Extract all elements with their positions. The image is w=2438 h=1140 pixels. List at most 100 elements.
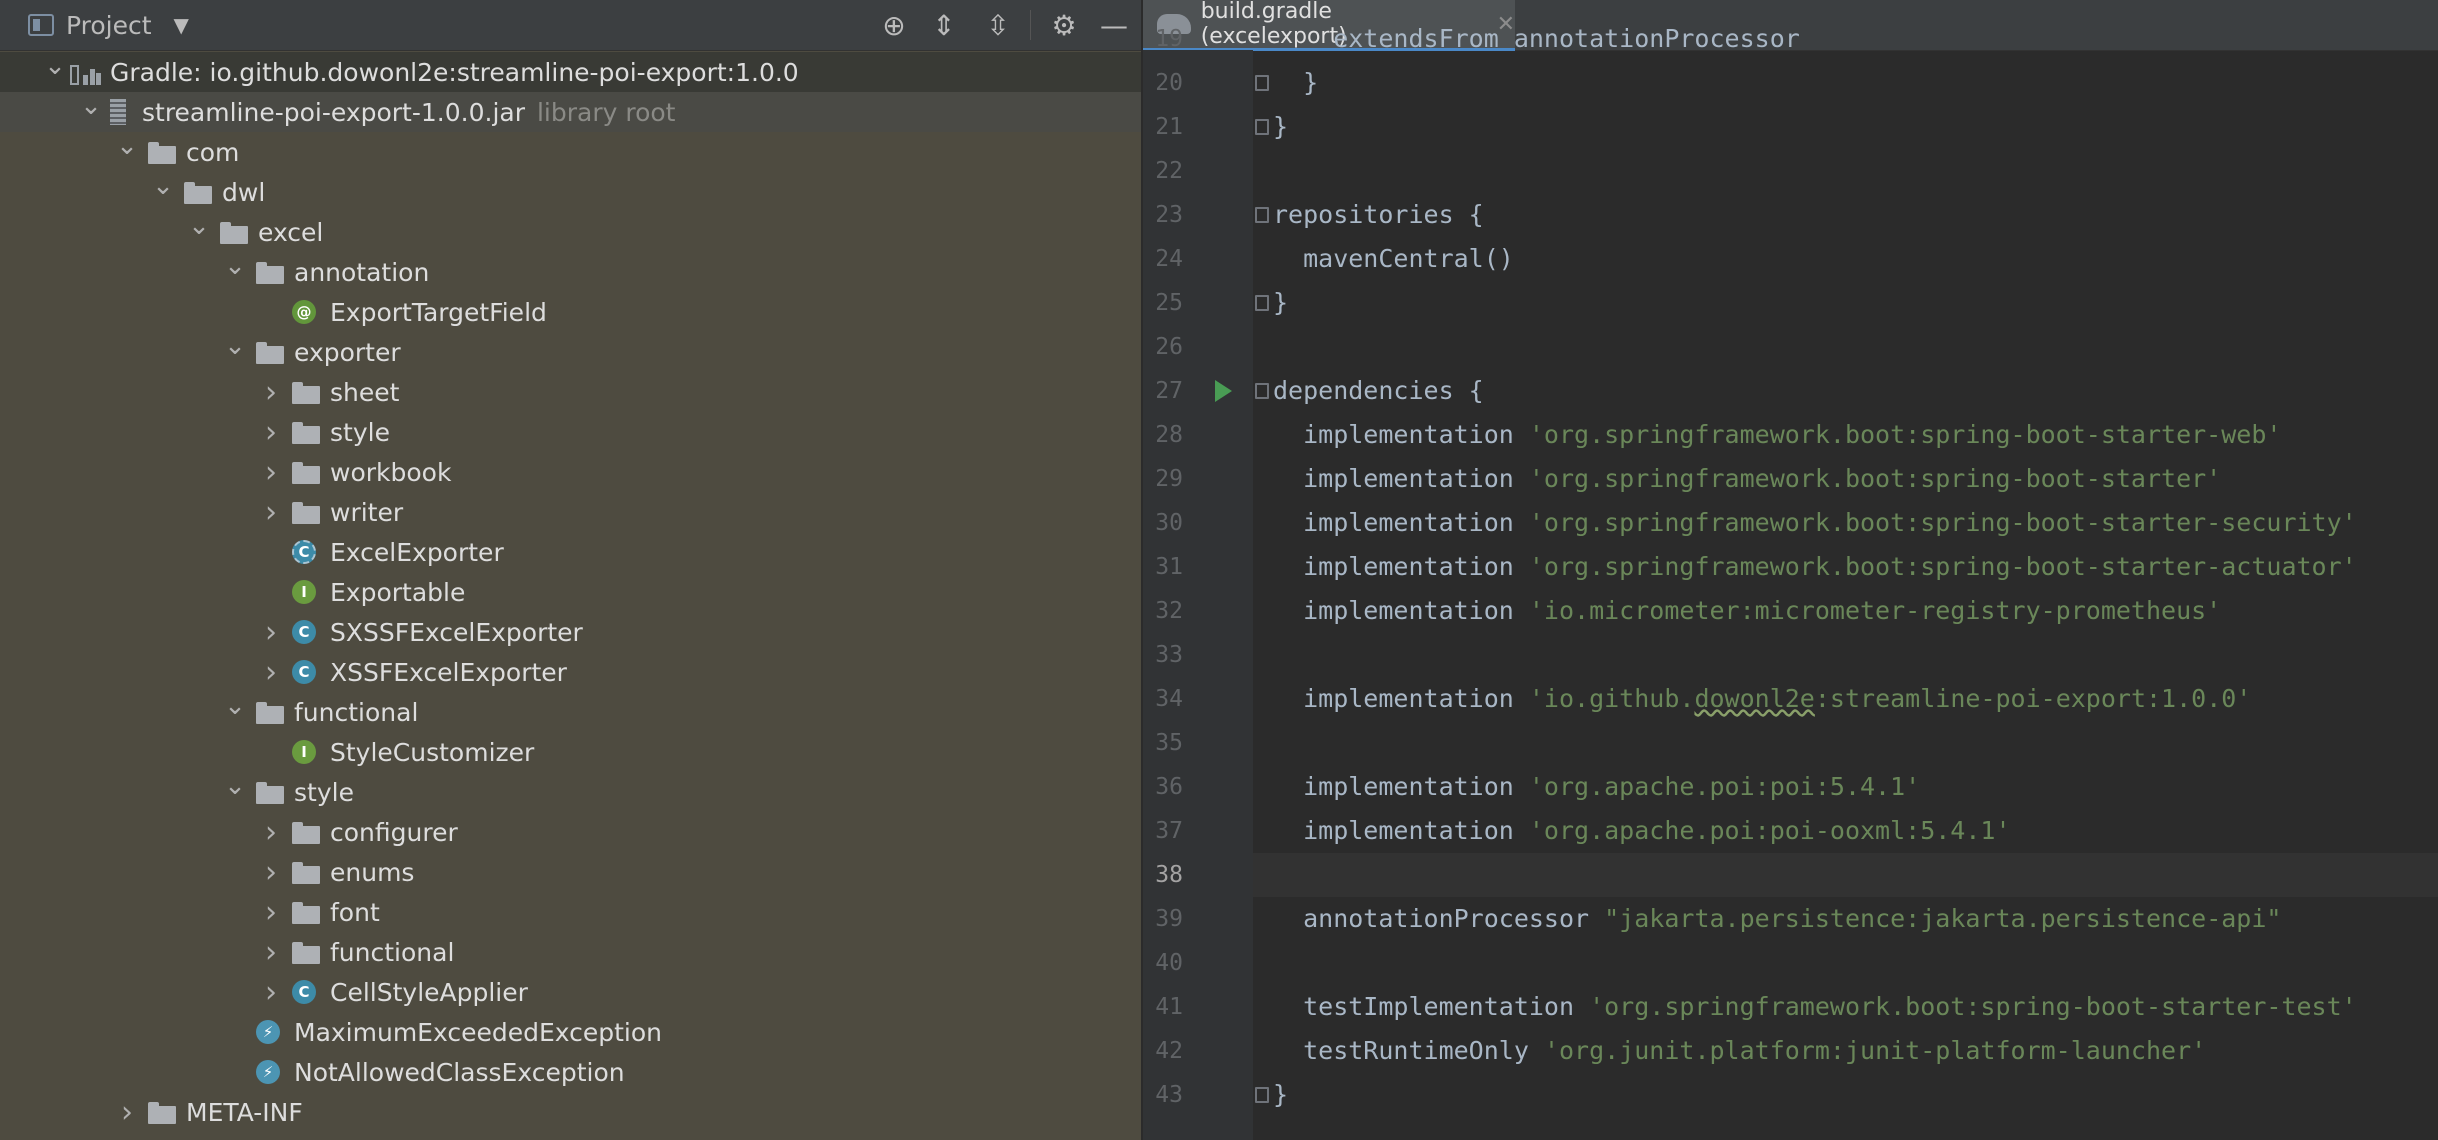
tree-row-exportable[interactable]: ›IExportable: [0, 572, 1141, 612]
tree-row-com[interactable]: ⌄ com: [0, 131, 1141, 172]
line-number: 26: [1155, 334, 1183, 360]
line-number: 35: [1155, 730, 1183, 756]
code-token: }: [1273, 1080, 1289, 1109]
chevron-down-icon[interactable]: ⌄: [220, 771, 250, 801]
gear-icon[interactable]: ⚙: [1042, 0, 1086, 50]
chevron-right-icon[interactable]: ›: [256, 375, 286, 410]
chevron-right-icon[interactable]: ›: [256, 415, 286, 450]
chevron-down-icon[interactable]: ⌄: [112, 131, 142, 161]
project-view-selector[interactable]: Project ▼: [28, 0, 189, 50]
tree-item-label: XSSFExcelExporter: [330, 657, 567, 687]
chevron-down-icon[interactable]: ⌄: [76, 91, 106, 121]
chevron-right-icon[interactable]: ›: [256, 935, 286, 970]
tree-row-font[interactable]: › font: [0, 892, 1141, 932]
collapse-all-icon[interactable]: ⇳: [976, 0, 1020, 50]
code-line: repositories {: [1273, 193, 1484, 237]
run-gutter-icon[interactable]: [1215, 380, 1232, 402]
chevron-down-icon[interactable]: ⌄: [220, 691, 250, 721]
fold-marker-icon[interactable]: [1255, 207, 1269, 223]
tree-row-style[interactable]: › style: [0, 412, 1141, 452]
chevron-right-icon[interactable]: ›: [256, 615, 286, 650]
tree-row-notallowedclassexception[interactable]: ›⚡NotAllowedClassException: [0, 1052, 1141, 1092]
chevron-right-icon[interactable]: ›: [256, 495, 286, 530]
code-line: annotationProcessor "jakarta.persistence…: [1273, 897, 2281, 941]
tree-row-gradle-io-github-dowonl2e-streamline-poi-export-1-0-0[interactable]: ⌄ Gradle: io.github.dowonl2e:streamline-p…: [0, 51, 1141, 92]
tree-item-label: dwl: [222, 177, 266, 207]
interface-icon: I: [292, 740, 316, 764]
code-token: repositories {: [1273, 200, 1484, 229]
line-number: 34: [1155, 686, 1183, 712]
fold-marker-icon[interactable]: [1255, 383, 1269, 399]
string-literal: dowonl2e: [1694, 684, 1815, 713]
chevron-down-icon[interactable]: ⌄: [220, 331, 250, 361]
tree-row-maximumexceededexception[interactable]: ›⚡MaximumExceededException: [0, 1012, 1141, 1052]
editor-gutter[interactable]: 19 20 21 22 23 24 25 26 27 28 29 30 31 32 33 34 35 36 37 38…: [1143, 26, 1253, 1140]
chevron-right-icon[interactable]: ›: [256, 655, 286, 690]
tree-row-excelexporter[interactable]: ›CExcelExporter: [0, 532, 1141, 572]
tree-row-functional[interactable]: › functional: [0, 932, 1141, 972]
chevron-right-icon[interactable]: ›: [256, 895, 286, 930]
tree-row-meta-inf[interactable]: › META-INF: [0, 1092, 1141, 1132]
string-literal: 'org.springframework.boot:spring-boot-st…: [1528, 552, 2357, 581]
tree-item-label: CellStyleApplier: [330, 977, 528, 1007]
chevron-right-icon[interactable]: ›: [256, 975, 286, 1010]
tree-row-annotation[interactable]: ⌄ annotation: [0, 251, 1141, 292]
line-number: 33: [1155, 642, 1183, 668]
line-number: 23: [1155, 202, 1183, 228]
chevron-right-icon[interactable]: ›: [256, 815, 286, 850]
expand-all-icon[interactable]: ⇕: [922, 0, 966, 50]
tree-row-enums[interactable]: › enums: [0, 852, 1141, 892]
fold-marker-icon[interactable]: [1255, 295, 1269, 311]
fold-marker-icon[interactable]: [1255, 119, 1269, 135]
tree-row-dwl[interactable]: ⌄ dwl: [0, 171, 1141, 212]
hide-panel-icon[interactable]: —: [1092, 0, 1136, 50]
chevron-down-icon[interactable]: ⌄: [220, 251, 250, 281]
tree-item-label: SXSSFExcelExporter: [330, 617, 583, 647]
tree-item-label: StyleCustomizer: [330, 737, 535, 767]
tree-row-functional[interactable]: ⌄ functional: [0, 691, 1141, 732]
tree-row-exporttargetfield[interactable]: ›@ExportTargetField: [0, 292, 1141, 332]
tree-row-sxssfexcelexporter[interactable]: › C SXSSFExcelExporter: [0, 612, 1141, 652]
tree-row-exporter[interactable]: ⌄ exporter: [0, 331, 1141, 372]
tree-row-configurer[interactable]: › configurer: [0, 812, 1141, 852]
code-token: mavenCentral(): [1273, 244, 1514, 273]
folder-icon: [256, 700, 284, 724]
fold-marker-icon[interactable]: [1255, 1087, 1269, 1103]
line-number: 24: [1155, 246, 1183, 272]
project-panel-icon: [28, 14, 54, 36]
string-literal: 'org.junit.platform:junit-platform-launc…: [1543, 1036, 2207, 1065]
tree-row-writer[interactable]: › writer: [0, 492, 1141, 532]
select-opened-file-icon[interactable]: ⊕: [872, 0, 916, 50]
chevron-down-icon[interactable]: ⌄: [184, 211, 214, 241]
folder-icon: [148, 140, 176, 164]
code-token: testRuntimeOnly: [1273, 1036, 1544, 1065]
tree-row-cellstyleapplier[interactable]: › C CellStyleApplier: [0, 972, 1141, 1012]
tree-item-label: style: [294, 777, 354, 807]
tree-item-label: writer: [330, 497, 404, 527]
folder-icon: [184, 180, 212, 204]
chevron-down-icon[interactable]: ⌄: [40, 51, 70, 81]
chevron-down-icon[interactable]: ▼: [174, 13, 189, 37]
chevron-right-icon[interactable]: ›: [112, 1095, 142, 1130]
chevron-right-icon[interactable]: ›: [256, 855, 286, 890]
string-literal: :streamline-poi-export:1.0.0': [1814, 684, 2252, 713]
tree-row-workbook[interactable]: › workbook: [0, 452, 1141, 492]
folder-icon: [292, 460, 320, 484]
fold-marker-icon[interactable]: [1255, 75, 1269, 91]
tree-row-sheet[interactable]: › sheet: [0, 372, 1141, 412]
line-number: 31: [1155, 554, 1183, 580]
tree-row-xssfexcelexporter[interactable]: › C XSSFExcelExporter: [0, 652, 1141, 692]
exception-class-icon: ⚡: [256, 1020, 280, 1044]
chevron-right-icon[interactable]: ›: [256, 455, 286, 490]
code-token: }: [1273, 68, 1319, 97]
code-token: annotationProcessor: [1273, 904, 1605, 933]
folder-icon: [292, 940, 320, 964]
tree-row-streamline-poi-export-1-0-0-jar[interactable]: ⌄ streamline-poi-export-1.0.0.jar library …: [0, 91, 1141, 132]
chevron-down-icon[interactable]: ⌄: [148, 171, 178, 201]
tree-row-stylecustomizer[interactable]: ›IStyleCustomizer: [0, 732, 1141, 772]
tree-row-excel[interactable]: ⌄ excel: [0, 211, 1141, 252]
code-token: implementation: [1273, 464, 1529, 493]
tree-item-label: style: [330, 417, 390, 447]
tree-row-style[interactable]: ⌄ style: [0, 771, 1141, 812]
code-line: implementation 'org.springframework.boot…: [1273, 457, 2221, 501]
